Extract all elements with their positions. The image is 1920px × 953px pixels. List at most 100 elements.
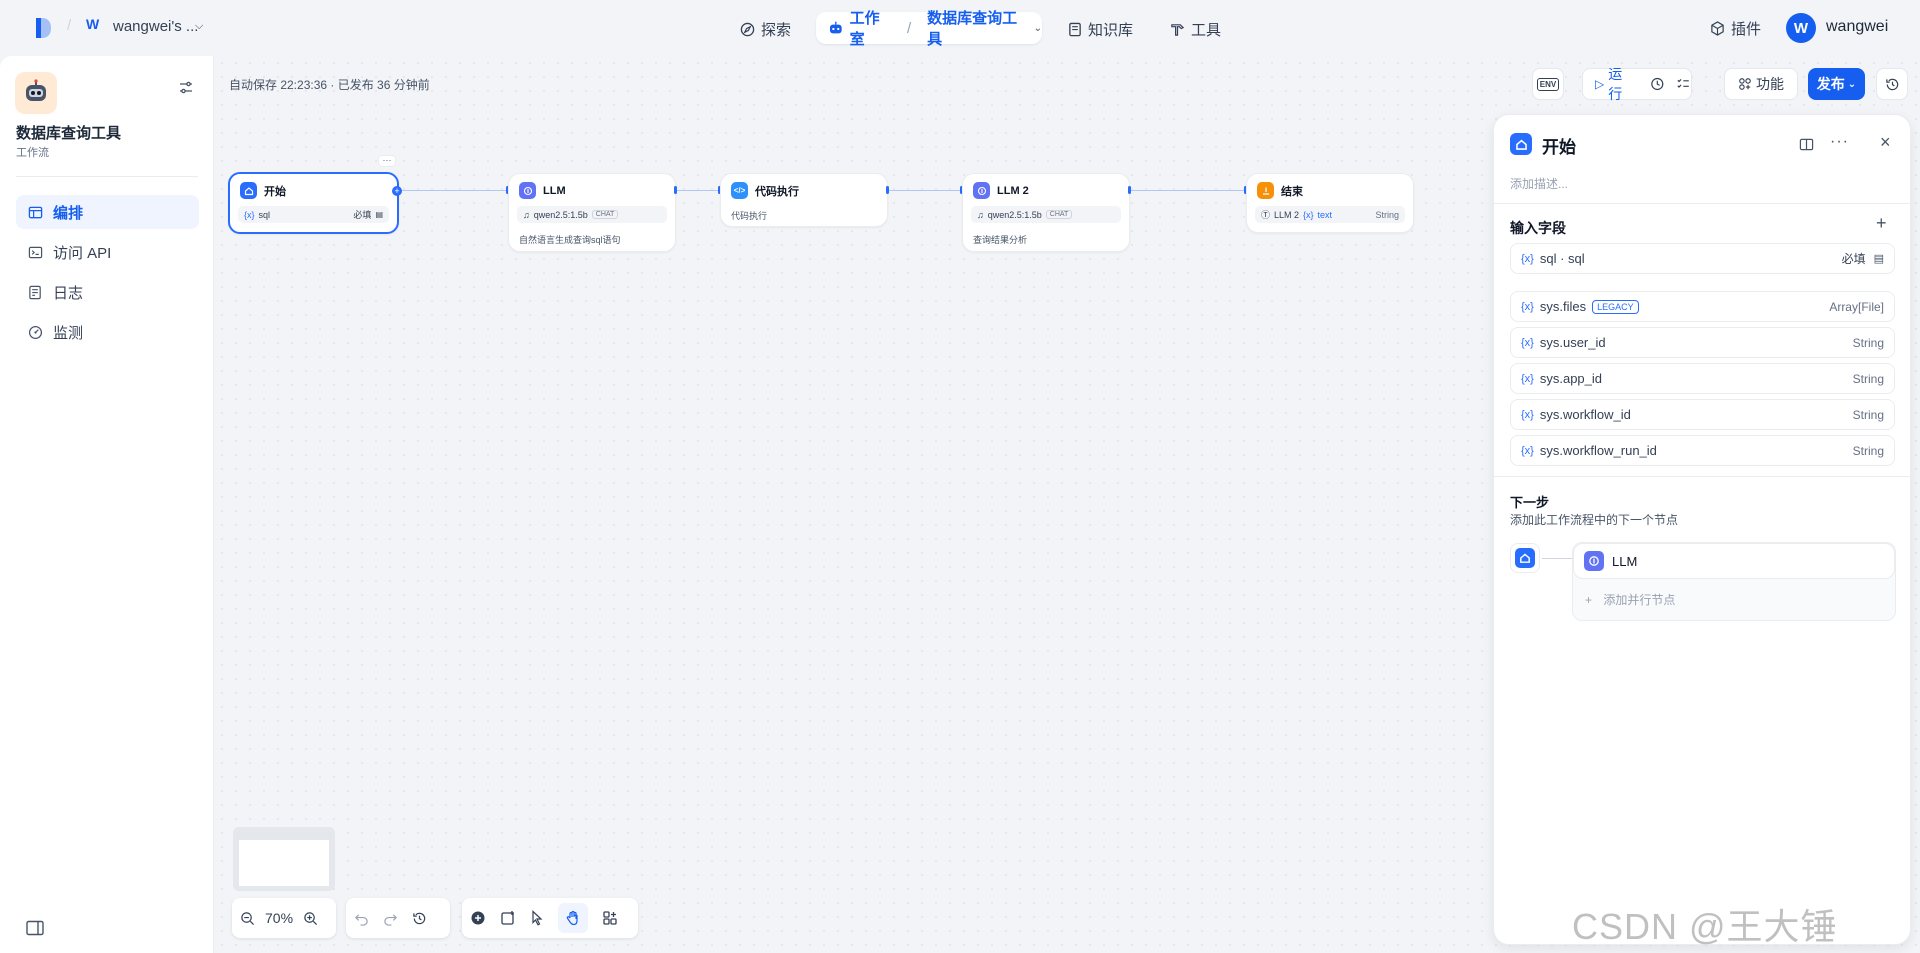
add-parallel-node-button[interactable]: + 添加并行节点: [1585, 591, 1675, 608]
sidebar-item-label: 编排: [53, 204, 84, 222]
checklist-icon[interactable]: [1676, 76, 1691, 92]
node-variable: Ⓣ LLM 2 {x} text String: [1255, 206, 1405, 223]
features-button[interactable]: 功能: [1724, 68, 1798, 100]
version-history-button[interactable]: [1876, 68, 1908, 100]
node-handle[interactable]: [674, 186, 677, 194]
history-icon[interactable]: [412, 911, 427, 926]
variable-row[interactable]: {x} sys.workflow_run_id String: [1510, 435, 1895, 466]
node-config-panel: 开始 ··· × 添加描述... 输入字段 + {x} sql · sql 必填…: [1493, 114, 1911, 945]
add-node-icon[interactable]: [470, 910, 486, 926]
connector-line: [1542, 558, 1572, 559]
node-end[interactable]: 结束 Ⓣ LLM 2 {x} text String: [1246, 173, 1414, 233]
variable-type: String: [1852, 407, 1884, 422]
chevron-down-icon[interactable]: ⌵: [195, 20, 203, 33]
username[interactable]: wangwei: [1826, 18, 1888, 36]
next-node-label: LLM: [1612, 553, 1638, 569]
variable-row[interactable]: {x} sys.workflow_id String: [1510, 399, 1895, 430]
nav-knowledge[interactable]: 知识库: [1068, 14, 1133, 44]
variable-row[interactable]: {x} sys.user_id String: [1510, 327, 1895, 358]
node-description: 代码执行: [731, 211, 768, 221]
required-label: 必填: [353, 210, 372, 220]
edge-start-llm: [398, 190, 508, 191]
node-more-icon[interactable]: ···: [378, 155, 396, 167]
plugins-button[interactable]: 插件: [1710, 18, 1761, 39]
book-open-icon[interactable]: [1799, 137, 1814, 152]
add-note-icon[interactable]: [500, 910, 516, 926]
next-node-llm[interactable]: LLM: [1573, 543, 1895, 579]
sidebar-item-logs[interactable]: 日志: [16, 275, 199, 309]
variable-icon: {x}: [1521, 372, 1534, 385]
redo-icon[interactable]: [383, 911, 398, 926]
node-header: 开始: [240, 182, 286, 199]
undo-icon[interactable]: [354, 911, 369, 926]
env-button[interactable]: ENV: [1532, 68, 1564, 100]
node-header: LLM 2: [973, 182, 1029, 199]
variable-name: sys.workflow_run_id: [1539, 443, 1657, 458]
variable-name: sys.workflow_id: [1539, 407, 1631, 422]
close-icon[interactable]: ×: [1880, 132, 1891, 153]
zoom-in-icon[interactable]: [303, 911, 318, 926]
add-node-handle-icon[interactable]: +: [392, 186, 402, 196]
node-handle[interactable]: [886, 186, 889, 194]
panel-title[interactable]: 开始: [1542, 133, 1576, 158]
nav-explore[interactable]: 探索: [740, 14, 791, 44]
workspace-name[interactable]: wangwei's ...: [113, 18, 198, 35]
edge-code-llm2: [888, 190, 962, 191]
variable-row[interactable]: {x} sys.app_id String: [1510, 363, 1895, 394]
code-icon: </>: [731, 182, 748, 199]
sidebar-item-orchestrate[interactable]: 编排: [16, 195, 199, 229]
chevron-down-icon: ⌄: [1847, 78, 1857, 90]
variable-type: 必填: [1841, 252, 1866, 266]
autosave-status: 自动保存 22:23:36 · 已发布 36 分钟前: [229, 78, 430, 92]
play-icon[interactable]: ▷: [1595, 77, 1604, 91]
description-input[interactable]: 添加描述...: [1510, 175, 1568, 192]
node-llm[interactable]: LLM ♫ qwen2.5:1.5b CHAT 自然语言生成查询sql语句: [508, 173, 676, 252]
variable-row[interactable]: {x} sql · sql 必填 ▤: [1510, 243, 1895, 274]
more-icon[interactable]: ···: [1830, 133, 1849, 151]
sidebar-item-monitor[interactable]: 监测: [16, 315, 199, 349]
organize-icon[interactable]: [602, 910, 618, 926]
variable-icon: {x}: [1521, 300, 1534, 313]
node-title: LLM 2: [997, 184, 1029, 197]
chevron-down-icon[interactable]: ⌄: [1034, 23, 1042, 34]
dify-logo-icon[interactable]: [34, 16, 52, 40]
variable-type: String: [1375, 209, 1399, 220]
breadcrumb-separator: /: [67, 17, 72, 34]
hammer-icon: [1171, 23, 1185, 36]
history-icon[interactable]: [1650, 76, 1665, 92]
add-variable-icon[interactable]: +: [1876, 213, 1887, 234]
sliders-icon[interactable]: [178, 80, 194, 96]
llm-icon: [1584, 551, 1604, 571]
variable-name: sys.files: [1539, 299, 1587, 314]
zoom-level[interactable]: 70%: [265, 910, 293, 926]
input-section-title: 输入字段: [1510, 220, 1566, 236]
zoom-out-icon[interactable]: [240, 911, 255, 926]
publish-button[interactable]: 发布 ⌄: [1808, 68, 1865, 100]
run-button[interactable]: 运行: [1608, 64, 1634, 104]
pointer-icon[interactable]: [530, 910, 544, 926]
avatar[interactable]: W: [1786, 13, 1816, 43]
node-start[interactable]: 开始 {x} sql 必填 ▤: [228, 172, 399, 234]
nav-studio[interactable]: 工作室 / 数据库查询工具 ⌄: [816, 10, 1042, 48]
robot-icon: [26, 79, 46, 101]
sidebar-collapse-icon[interactable]: [26, 920, 44, 936]
variable-row[interactable]: {x} sys.files LEGACY Array[File]: [1510, 291, 1895, 322]
node-handle[interactable]: [1128, 186, 1131, 194]
app-type: 工作流: [16, 147, 49, 159]
nav-explore-label: 探索: [761, 21, 792, 39]
nav-tools[interactable]: 工具: [1170, 14, 1221, 44]
nav-tools-label: 工具: [1191, 21, 1222, 39]
workspace-badge[interactable]: W: [86, 16, 102, 36]
variable-icon: {x}: [1521, 408, 1534, 421]
node-code[interactable]: </> 代码执行 代码执行: [720, 173, 888, 227]
variable-type: String: [1852, 335, 1884, 350]
next-step-title: 下一步: [1510, 495, 1550, 510]
sidebar-item-api[interactable]: 访问 API: [16, 235, 199, 269]
node-llm-2[interactable]: LLM 2 ♫ qwen2.5:1.5b CHAT 查询结果分析: [962, 173, 1130, 252]
minimap[interactable]: [233, 827, 335, 891]
book-icon: [1069, 22, 1081, 36]
minimap-viewport[interactable]: [239, 840, 329, 886]
nav-app-label[interactable]: 数据库查询工具: [927, 7, 1023, 49]
hand-tool-button[interactable]: [558, 903, 588, 933]
variable-icon: {x}: [244, 209, 255, 220]
